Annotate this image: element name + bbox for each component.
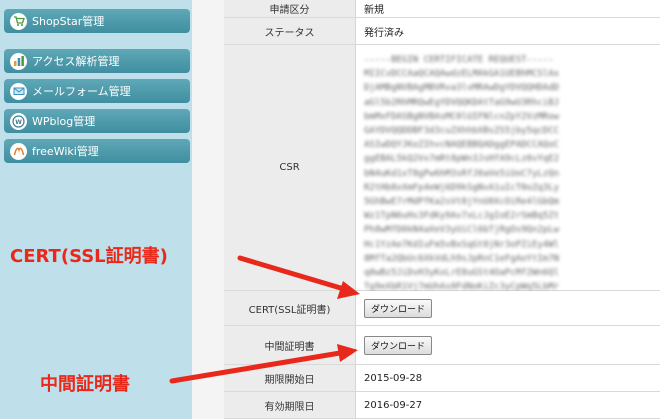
arrow-to-cert: [237, 255, 360, 299]
arrow-to-intermediate: [169, 344, 358, 384]
annotation-arrows: [169, 255, 360, 384]
